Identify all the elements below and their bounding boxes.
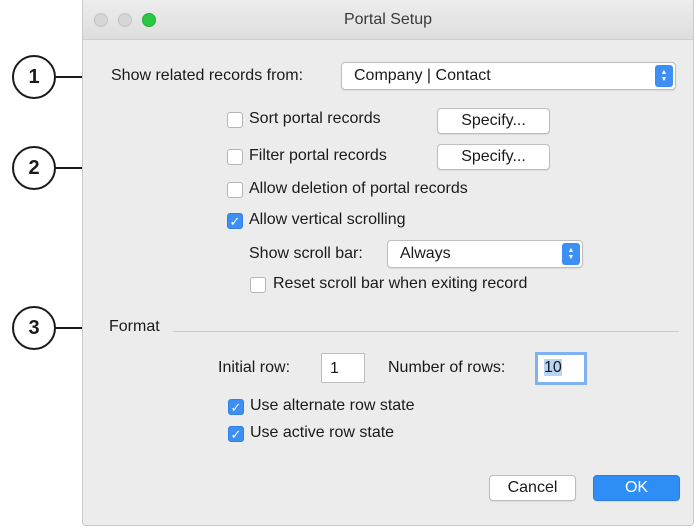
vertical-scrolling-checkbox[interactable]: ✓ <box>227 213 243 229</box>
related-records-value: Company | Contact <box>354 67 491 84</box>
filter-portal-records-checkbox[interactable] <box>227 149 243 165</box>
reset-scroll-bar-label: Reset scroll bar when exiting record <box>273 275 528 292</box>
sort-portal-records-checkbox[interactable] <box>227 112 243 128</box>
portal-setup-dialog: Portal Setup Show related records from: … <box>82 0 694 526</box>
format-separator <box>173 331 679 332</box>
alternate-row-checkbox[interactable]: ✓ <box>228 399 244 415</box>
checkmark-icon: ✓ <box>230 426 242 442</box>
cancel-button[interactable]: Cancel <box>489 475 576 501</box>
scroll-bar-label: Show scroll bar: <box>249 245 363 262</box>
allow-deletion-label: Allow deletion of portal records <box>249 180 468 197</box>
number-of-rows-field[interactable]: 10 <box>535 352 587 385</box>
number-of-rows-label: Number of rows: <box>388 359 506 376</box>
active-row-label: Use active row state <box>250 424 395 441</box>
initial-row-field[interactable]: 1 <box>321 353 365 383</box>
allow-deletion-checkbox[interactable] <box>227 182 243 198</box>
callout-3: 3 <box>12 306 56 350</box>
scroll-bar-select[interactable]: Always ▲ ▼ <box>387 240 583 268</box>
initial-row-label: Initial row: <box>218 359 291 376</box>
checkmark-icon: ✓ <box>229 213 241 229</box>
number-of-rows-value: 10 <box>544 359 562 376</box>
scroll-bar-value: Always <box>400 245 451 262</box>
chevron-updown-icon: ▲ ▼ <box>655 65 673 87</box>
format-heading: Format <box>109 318 160 335</box>
sort-portal-records-label: Sort portal records <box>249 110 381 127</box>
filter-specify-button[interactable]: Specify... <box>437 144 550 170</box>
alternate-row-label: Use alternate row state <box>250 397 415 414</box>
callout-2: 2 <box>12 146 56 190</box>
sort-specify-button[interactable]: Specify... <box>437 108 550 134</box>
reset-scroll-bar-checkbox[interactable] <box>250 277 266 293</box>
filter-portal-records-label: Filter portal records <box>249 147 387 164</box>
ok-button[interactable]: OK <box>593 475 680 501</box>
title-bar[interactable]: Portal Setup <box>83 0 693 40</box>
related-records-select[interactable]: Company | Contact ▲ ▼ <box>341 62 676 90</box>
related-records-label: Show related records from: <box>111 67 304 84</box>
vertical-scrolling-label: Allow vertical scrolling <box>249 211 406 228</box>
window-title: Portal Setup <box>343 11 433 28</box>
checkmark-icon: ✓ <box>230 399 242 415</box>
initial-row-value: 1 <box>330 360 339 377</box>
chevron-updown-icon: ▲ ▼ <box>562 243 580 265</box>
callout-1: 1 <box>12 55 56 99</box>
active-row-checkbox[interactable]: ✓ <box>228 426 244 442</box>
